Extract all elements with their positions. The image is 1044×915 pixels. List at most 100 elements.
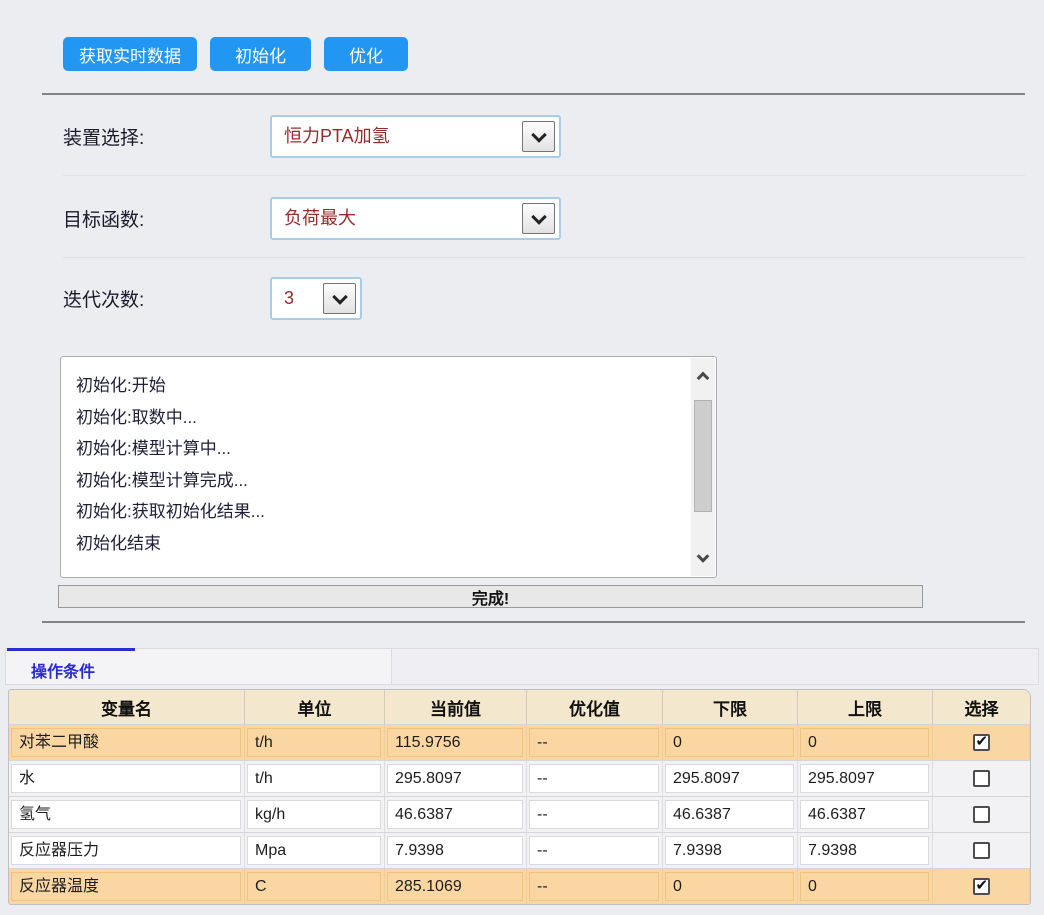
- field-lower[interactable]: 0: [665, 728, 794, 757]
- table-row: 水t/h295.8097--295.8097295.8097: [9, 760, 1030, 796]
- cell-lower: 46.6387: [663, 797, 798, 832]
- device-select-value: 恒力PTA加氢: [284, 117, 390, 156]
- header-unit: 单位: [245, 690, 385, 724]
- field-upper[interactable]: 0: [800, 728, 929, 757]
- cell-optimized: --: [527, 833, 663, 868]
- field-optimized[interactable]: --: [529, 764, 659, 793]
- objective-select[interactable]: 负荷最大: [270, 197, 561, 240]
- field-current[interactable]: 115.9756: [387, 728, 523, 757]
- row-select-checkbox[interactable]: ✔: [973, 734, 990, 751]
- log-text: 初始化:开始 初始化:取数中... 初始化:模型计算中... 初始化:模型计算完…: [61, 357, 716, 577]
- cell-lower: 0: [663, 725, 798, 760]
- field-lower[interactable]: 7.9398: [665, 836, 794, 865]
- field-upper[interactable]: 7.9398: [800, 836, 929, 865]
- field-current[interactable]: 7.9398: [387, 836, 523, 865]
- cell-upper: 46.6387: [798, 797, 933, 832]
- field-current[interactable]: 285.1069: [387, 872, 523, 901]
- field-name[interactable]: 水: [11, 764, 241, 793]
- device-select[interactable]: 恒力PTA加氢: [270, 115, 561, 158]
- field-lower[interactable]: 0: [665, 872, 794, 901]
- optimize-button[interactable]: 优化: [324, 37, 408, 71]
- scroll-up-icon[interactable]: [691, 362, 715, 390]
- field-current[interactable]: 295.8097: [387, 764, 523, 793]
- cell-optimized: --: [527, 761, 663, 796]
- header-select: 选择: [933, 690, 1030, 724]
- cell-lower: 7.9398: [663, 833, 798, 868]
- check-mark-icon: ✔: [976, 732, 989, 750]
- cell-optimized: --: [527, 869, 663, 904]
- field-upper[interactable]: 46.6387: [800, 800, 929, 829]
- table-row: 反应器温度C285.1069--00✔: [9, 868, 1030, 904]
- iterations-select-label: 迭代次数:: [63, 285, 144, 312]
- scrollbar-thumb[interactable]: [694, 400, 712, 512]
- header-current-value: 当前值: [385, 690, 527, 724]
- initialize-button[interactable]: 初始化: [210, 37, 311, 71]
- cell-current: 46.6387: [385, 797, 527, 832]
- scroll-down-icon[interactable]: [691, 544, 715, 572]
- form-row-separator: [63, 257, 1025, 258]
- cell-name: 对苯二甲酸: [9, 725, 245, 760]
- cell-unit: t/h: [245, 761, 385, 796]
- cell-name: 反应器压力: [9, 833, 245, 868]
- table-header-row: 变量名 单位 当前值 优化值 下限 上限 选择: [9, 690, 1030, 724]
- field-name[interactable]: 对苯二甲酸: [11, 728, 241, 757]
- field-upper[interactable]: 295.8097: [800, 764, 929, 793]
- field-optimized[interactable]: --: [529, 728, 659, 757]
- tab-label: 操作条件: [31, 658, 95, 682]
- row-select-checkbox[interactable]: [973, 770, 990, 787]
- cell-current: 7.9398: [385, 833, 527, 868]
- row-select-checkbox[interactable]: ✔: [973, 878, 990, 895]
- device-select-dropdown-button[interactable]: [522, 121, 555, 152]
- chevron-down-icon: [531, 209, 547, 225]
- objective-select-dropdown-button[interactable]: [522, 203, 555, 234]
- field-current[interactable]: 46.6387: [387, 800, 523, 829]
- field-lower[interactable]: 46.6387: [665, 800, 794, 829]
- field-name[interactable]: 氢气: [11, 800, 241, 829]
- tab-operating-conditions[interactable]: 操作条件: [5, 648, 392, 685]
- cell-upper: 0: [798, 869, 933, 904]
- cell-select: [933, 833, 1030, 868]
- row-select-checkbox[interactable]: [973, 806, 990, 823]
- row-select-checkbox[interactable]: [973, 842, 990, 859]
- field-name[interactable]: 反应器压力: [11, 836, 241, 865]
- cell-current: 285.1069: [385, 869, 527, 904]
- operating-conditions-table: 变量名 单位 当前值 优化值 下限 上限 选择 对苯二甲酸t/h115.9756…: [8, 689, 1031, 905]
- cell-unit: kg/h: [245, 797, 385, 832]
- field-optimized[interactable]: --: [529, 836, 659, 865]
- table-body: 对苯二甲酸t/h115.9756--00✔水t/h295.8097--295.8…: [9, 724, 1030, 904]
- field-lower[interactable]: 295.8097: [665, 764, 794, 793]
- field-unit[interactable]: Mpa: [247, 836, 381, 865]
- table-row: 对苯二甲酸t/h115.9756--00✔: [9, 724, 1030, 760]
- chevron-down-icon: [332, 289, 348, 305]
- field-unit[interactable]: t/h: [247, 764, 381, 793]
- cell-name: 反应器温度: [9, 869, 245, 904]
- field-name[interactable]: 反应器温度: [11, 872, 241, 901]
- iterations-select-dropdown-button[interactable]: [323, 283, 356, 314]
- log-scrollbar[interactable]: [691, 358, 715, 576]
- field-optimized[interactable]: --: [529, 800, 659, 829]
- status-log-textarea[interactable]: 初始化:开始 初始化:取数中... 初始化:模型计算中... 初始化:模型计算完…: [60, 356, 717, 578]
- cell-optimized: --: [527, 797, 663, 832]
- header-optimized-value: 优化值: [527, 690, 663, 724]
- form-row-separator: [63, 175, 1025, 176]
- device-select-label: 装置选择:: [63, 123, 144, 150]
- field-upper[interactable]: 0: [800, 872, 929, 901]
- cell-select: ✔: [933, 869, 1030, 904]
- get-realtime-data-button[interactable]: 获取实时数据: [63, 37, 197, 71]
- cell-select: [933, 761, 1030, 796]
- progress-bar: 完成!: [58, 585, 923, 608]
- cell-select: ✔: [933, 725, 1030, 760]
- tab-strip: 操作条件: [5, 648, 1039, 685]
- field-unit[interactable]: C: [247, 872, 381, 901]
- cell-select: [933, 797, 1030, 832]
- cell-unit: C: [245, 869, 385, 904]
- field-unit[interactable]: t/h: [247, 728, 381, 757]
- field-optimized[interactable]: --: [529, 872, 659, 901]
- table-row: 氢气kg/h46.6387--46.638746.6387: [9, 796, 1030, 832]
- cell-optimized: --: [527, 725, 663, 760]
- cell-unit: Mpa: [245, 833, 385, 868]
- iterations-select[interactable]: 3: [270, 277, 362, 320]
- field-unit[interactable]: kg/h: [247, 800, 381, 829]
- toolbar: 获取实时数据 初始化 优化: [63, 37, 408, 71]
- optimizer-page: { "toolbar": { "buttons": ["获取实时数据", "初始…: [0, 0, 1044, 915]
